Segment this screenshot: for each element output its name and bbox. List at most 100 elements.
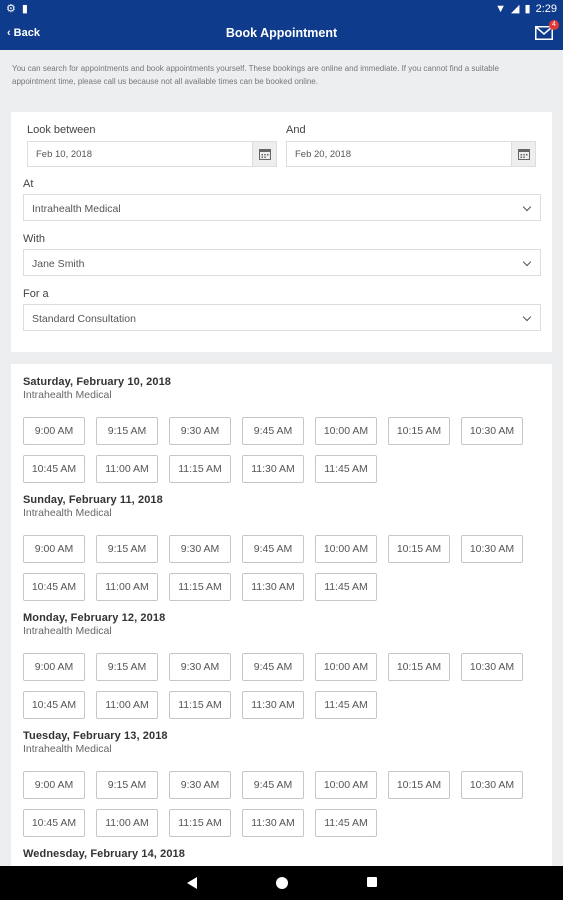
time-slot-button[interactable]: 11:15 AM (169, 691, 231, 719)
day-header: Sunday, February 11, 2018 Intrahealth Med… (23, 494, 163, 519)
time-slot-button[interactable]: 10:00 AM (315, 653, 377, 681)
time-slot-button[interactable]: 11:00 AM (96, 691, 158, 719)
time-slot-button[interactable]: 9:30 AM (169, 535, 231, 563)
look-between-label: Look between (27, 124, 96, 136)
start-date-value: Feb 10, 2018 (36, 149, 92, 160)
settings-icon: ⚙ (6, 3, 16, 15)
day-location: Intrahealth Medical (23, 625, 112, 637)
and-label: And (286, 124, 306, 136)
time-slot-button[interactable]: 10:45 AM (23, 809, 85, 837)
time-slot-button[interactable]: 10:30 AM (461, 535, 523, 563)
at-label: At (23, 178, 34, 190)
time-slot-button[interactable]: 9:45 AM (242, 417, 304, 445)
time-slot-button[interactable]: 10:45 AM (23, 455, 85, 483)
day-header: Monday, February 12, 2018 Intrahealth Med… (23, 612, 165, 637)
time-slot-button[interactable]: 9:30 AM (169, 653, 231, 681)
status-bar: ⚙ ▮ ▼ ◢ ▮ 2:29 (0, 0, 563, 18)
time-slot-button[interactable]: 11:30 AM (242, 691, 304, 719)
start-date-calendar-button[interactable] (252, 142, 276, 166)
time-slot-button[interactable]: 10:30 AM (461, 771, 523, 799)
calendar-icon (259, 149, 271, 160)
location-select[interactable]: Intrahealth Medical (23, 194, 541, 221)
calendar-icon (518, 149, 530, 160)
chevron-down-icon (522, 257, 532, 267)
time-slot-button[interactable]: 10:15 AM (388, 417, 450, 445)
time-slot-button[interactable]: 10:15 AM (388, 535, 450, 563)
time-slot-button[interactable]: 11:00 AM (96, 573, 158, 601)
time-slot-button[interactable]: 9:30 AM (169, 417, 231, 445)
time-slot-button[interactable]: 11:15 AM (169, 809, 231, 837)
appointment-type-select[interactable]: Standard Consultation (23, 304, 541, 331)
time-slot-button[interactable]: 9:45 AM (242, 535, 304, 563)
page-title: Book Appointment (225, 26, 338, 40)
provider-value: Jane Smith (32, 258, 85, 270)
time-slot-button[interactable]: 9:45 AM (242, 771, 304, 799)
appointment-type-value: Standard Consultation (32, 313, 136, 325)
wifi-icon: ▼ (495, 2, 507, 15)
time-slot-button[interactable]: 11:30 AM (242, 455, 304, 483)
end-date-calendar-button[interactable] (511, 142, 535, 166)
day-location: Intrahealth Medical (23, 389, 112, 401)
day-header: Tuesday, February 13, 2018 Intrahealth Me… (23, 730, 168, 755)
time-slot-button[interactable]: 11:15 AM (169, 573, 231, 601)
time-slot-button[interactable]: 10:30 AM (461, 417, 523, 445)
time-slot-button[interactable]: 11:15 AM (169, 455, 231, 483)
time-slot-button[interactable]: 9:30 AM (169, 771, 231, 799)
signal-icon: ◢ (511, 3, 520, 15)
messages-button[interactable]: 4 (535, 20, 559, 40)
end-date-field[interactable]: Feb 20, 2018 (286, 141, 536, 167)
start-date-field[interactable]: Feb 10, 2018 (27, 141, 277, 167)
time-slot-button[interactable]: 9:15 AM (96, 535, 158, 563)
end-date-value: Feb 20, 2018 (295, 149, 351, 160)
time-slot-button[interactable]: 11:45 AM (315, 573, 377, 601)
time-slot-button[interactable]: 9:00 AM (23, 417, 85, 445)
back-triangle-icon[interactable] (186, 876, 198, 890)
time-slot-button[interactable]: 10:45 AM (23, 691, 85, 719)
recents-square-icon[interactable] (366, 876, 378, 888)
time-slot-button[interactable]: 10:45 AM (23, 573, 85, 601)
time-slot-button[interactable]: 9:00 AM (23, 535, 85, 563)
location-value: Intrahealth Medical (32, 203, 121, 215)
time-slot-button[interactable]: 10:30 AM (461, 653, 523, 681)
time-slot-button[interactable]: 10:00 AM (315, 535, 377, 563)
search-form: Look between And Feb 10, 2018 Feb 20, 20… (11, 112, 552, 352)
time-slot-button[interactable]: 9:00 AM (23, 653, 85, 681)
time-slot-button[interactable]: 10:00 AM (315, 417, 377, 445)
time-slot-button[interactable]: 11:45 AM (315, 809, 377, 837)
status-time: 2:29 (535, 2, 557, 15)
time-slot-button[interactable]: 11:00 AM (96, 809, 158, 837)
time-slot-button[interactable]: 9:45 AM (242, 653, 304, 681)
time-slot-button[interactable]: 9:00 AM (23, 771, 85, 799)
system-nav-bar (0, 866, 563, 900)
time-slot-button[interactable]: 11:30 AM (242, 809, 304, 837)
time-slot-button[interactable]: 10:00 AM (315, 771, 377, 799)
time-slot-button[interactable]: 11:00 AM (96, 455, 158, 483)
unread-badge: 4 (549, 20, 559, 30)
for-label: For a (23, 288, 49, 300)
battery-icon: ▮ (524, 3, 531, 15)
day-header: Wednesday, February 14, 2018 (23, 848, 185, 860)
with-label: With (23, 233, 45, 245)
provider-select[interactable]: Jane Smith (23, 249, 541, 276)
app-bar: ‹ Back Book Appointment 4 (0, 18, 563, 50)
day-title: Tuesday, February 13, 2018 (23, 730, 168, 742)
time-slot-button[interactable]: 10:15 AM (388, 771, 450, 799)
chevron-down-icon (522, 312, 532, 322)
time-slot-button[interactable]: 9:15 AM (96, 653, 158, 681)
day-title: Wednesday, February 14, 2018 (23, 848, 185, 860)
day-header: Saturday, February 10, 2018 Intrahealth M… (23, 376, 171, 401)
day-title: Saturday, February 10, 2018 (23, 376, 172, 388)
time-slot-button[interactable]: 9:15 AM (96, 771, 158, 799)
day-location: Intrahealth Medical (23, 743, 112, 755)
time-slot-button[interactable]: 11:45 AM (315, 455, 377, 483)
time-slot-button[interactable]: 11:45 AM (315, 691, 377, 719)
time-slot-button[interactable]: 9:15 AM (96, 417, 158, 445)
clipboard-icon: ▮ (21, 3, 28, 15)
time-slot-button[interactable]: 10:15 AM (388, 653, 450, 681)
home-circle-icon[interactable] (275, 876, 289, 890)
day-location: Intrahealth Medical (23, 507, 112, 519)
availability-list: Saturday, February 10, 2018 Intrahealth M… (11, 364, 552, 884)
day-title: Monday, February 12, 2018 (23, 612, 166, 624)
chevron-down-icon (522, 202, 532, 212)
time-slot-button[interactable]: 11:30 AM (242, 573, 304, 601)
